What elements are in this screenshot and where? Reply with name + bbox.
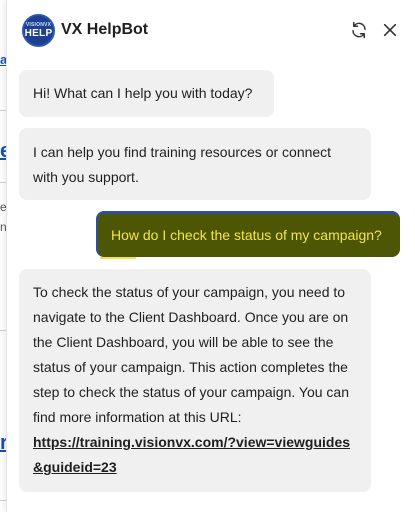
chat-widget: VISIONVX HELP VX HelpBot Hi! What can I … bbox=[6, 0, 415, 512]
message-text: I can help you find training resources o… bbox=[33, 144, 332, 185]
refresh-button[interactable] bbox=[348, 19, 370, 41]
bot-message: To check the status of your campaign, yo… bbox=[19, 269, 371, 492]
chat-messages: Hi! What can I help you with today? I ca… bbox=[7, 62, 415, 512]
message-text: Hi! What can I help you with today? bbox=[33, 85, 253, 101]
bot-avatar: VISIONVX HELP bbox=[22, 14, 55, 47]
bot-message: I can help you find training resources o… bbox=[19, 128, 371, 200]
user-message-underline bbox=[100, 257, 136, 259]
chat-title: VX HelpBot bbox=[61, 21, 149, 38]
message-text: How do I check the status of my campaign… bbox=[111, 227, 382, 243]
training-guide-link[interactable]: https://training.visionvx.com/?view=view… bbox=[33, 434, 350, 475]
chat-header: VISIONVX HELP VX HelpBot bbox=[7, 0, 415, 62]
avatar-help-text: HELP bbox=[24, 27, 53, 39]
refresh-icon bbox=[352, 21, 366, 39]
user-message: How do I check the status of my campaign… bbox=[96, 211, 400, 257]
message-text: To check the status of your campaign, yo… bbox=[33, 284, 349, 425]
close-icon bbox=[383, 23, 397, 37]
bot-message: Hi! What can I help you with today? bbox=[19, 70, 274, 117]
close-button[interactable] bbox=[379, 19, 401, 41]
